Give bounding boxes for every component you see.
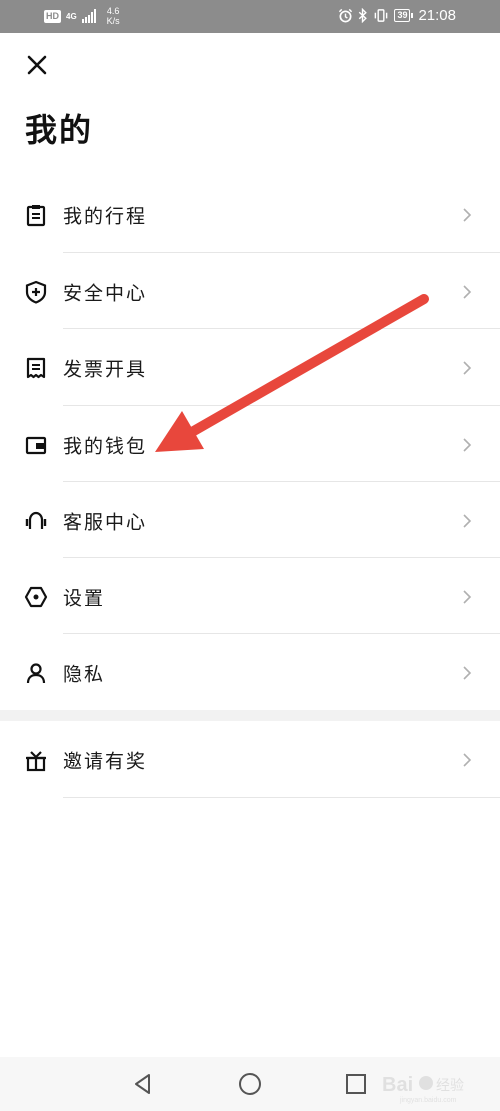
close-icon[interactable] (24, 52, 50, 78)
battery-icon: 39 (394, 9, 414, 22)
menu-item-wallet[interactable]: 我的钱包 (0, 406, 500, 483)
chevron-right-icon (463, 752, 472, 767)
vibrate-icon (375, 9, 388, 22)
network-type: 4G (66, 11, 77, 21)
gift-icon (26, 750, 46, 771)
menu-item-settings[interactable]: 设置 (0, 558, 500, 635)
menu-item-invoice[interactable]: 发票开具 (0, 329, 500, 406)
shield-plus-icon (25, 280, 47, 304)
chevron-right-icon (463, 284, 472, 299)
menu-item-customer-service[interactable]: 客服中心 (0, 482, 500, 559)
menu-item-label: 邀请有奖 (63, 750, 148, 772)
chevron-right-icon (463, 207, 472, 222)
menu-item-label: 隐私 (63, 663, 106, 685)
chevron-right-icon (463, 360, 472, 375)
chevron-right-icon (463, 513, 472, 528)
settings-hexagon-icon (24, 586, 48, 607)
invoice-icon (26, 357, 46, 378)
menu-item-label: 发票开具 (63, 358, 148, 380)
svg-text:Bai: Bai (382, 1074, 413, 1096)
alarm-icon (339, 8, 353, 23)
status-left: HD 4G 4.6 K/s (44, 6, 120, 26)
back-icon[interactable] (130, 1071, 156, 1097)
chevron-right-icon (463, 665, 472, 680)
status-right: 39 21:08 (338, 7, 456, 24)
clock: 21:08 (418, 7, 456, 24)
chevron-right-icon (463, 589, 472, 604)
menu-item-trips[interactable]: 我的行程 (0, 176, 500, 253)
svg-text:jingyan.baidu.com: jingyan.baidu.com (399, 1097, 457, 1104)
baidu-watermark: Bai 经验 jingyan.baidu.com (382, 1074, 464, 1104)
menu-item-label: 我的钱包 (63, 435, 148, 457)
recents-icon[interactable] (343, 1071, 369, 1097)
speed-value: 4.6 (106, 6, 120, 16)
status-bar: HD 4G 4.6 K/s 39 21:08 (0, 0, 500, 33)
svg-text:经验: 经验 (436, 1078, 464, 1094)
speed-unit: K/s (106, 16, 120, 26)
menu-item-safety-center[interactable]: 安全中心 (0, 253, 500, 330)
signal-icon (81, 9, 96, 23)
headset-icon (25, 511, 47, 529)
menu-item-label: 我的行程 (63, 205, 148, 227)
menu-item-label: 安全中心 (63, 282, 148, 304)
menu-item-label: 客服中心 (63, 511, 148, 533)
wallet-icon (25, 436, 47, 454)
page-title: 我的 (25, 111, 94, 149)
person-icon (26, 662, 46, 683)
menu-item-label: 设置 (63, 587, 106, 609)
menu-item-privacy[interactable]: 隐私 (0, 634, 500, 711)
network-speed: 4.6 K/s (107, 6, 120, 26)
home-icon[interactable] (237, 1071, 263, 1097)
clipboard-icon (26, 204, 46, 226)
hd-badge: HD (44, 9, 61, 23)
bluetooth-icon (359, 8, 368, 23)
section-separator (0, 710, 500, 721)
chevron-right-icon (463, 437, 472, 452)
divider (63, 797, 500, 798)
menu-item-invite-rewards[interactable]: 邀请有奖 (0, 721, 500, 798)
